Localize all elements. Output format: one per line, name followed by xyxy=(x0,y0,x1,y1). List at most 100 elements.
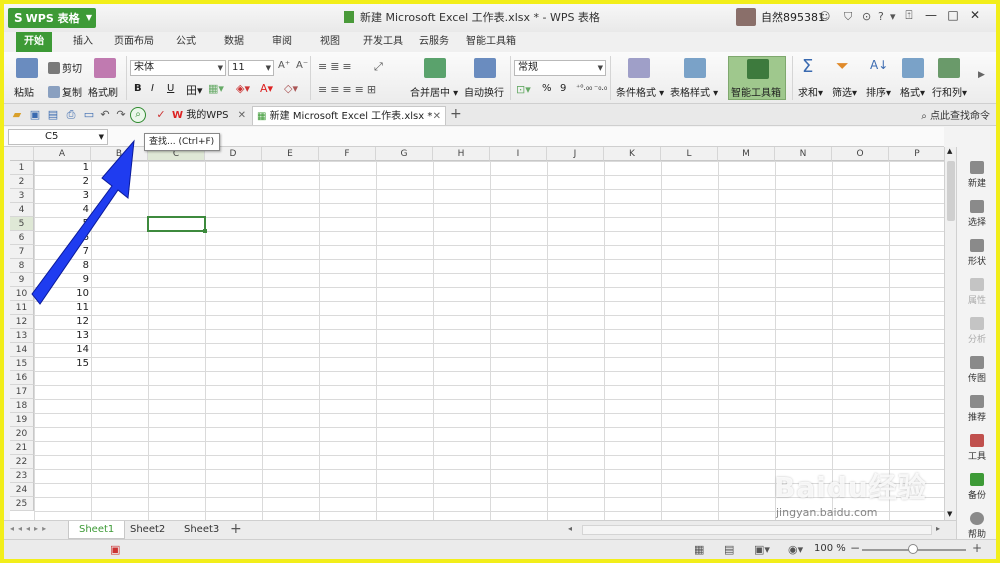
format-button[interactable]: 格式▾ xyxy=(900,84,925,99)
zoom-level[interactable]: 100 % xyxy=(814,543,846,554)
tab-smart-toolbox[interactable]: 智能工具箱 xyxy=(466,32,516,52)
share-icon[interactable]: ⊙ xyxy=(862,10,871,23)
print-icon[interactable]: ⎙ xyxy=(64,108,78,122)
increase-decimal-icon[interactable]: ⁺⁰.₀₀ xyxy=(576,83,592,92)
cell-a6[interactable]: 6 xyxy=(34,231,91,245)
column-header-k[interactable]: K xyxy=(604,147,661,161)
cell-a13[interactable]: 13 xyxy=(34,329,91,343)
font-size-select[interactable]: 11 ▼ xyxy=(228,60,274,76)
scroll-thumb[interactable] xyxy=(947,161,955,221)
shrink-font-icon[interactable]: A⁻ xyxy=(296,60,308,71)
tab-cloud[interactable]: 云服务 xyxy=(419,32,449,52)
fill-pattern-icon[interactable]: ▦▾ xyxy=(208,82,224,95)
cell-a5[interactable]: 5 xyxy=(34,217,91,231)
clear-format-icon[interactable]: ◇▾ xyxy=(284,82,298,95)
horizontal-scrollbar[interactable] xyxy=(582,525,932,535)
pin-icon[interactable]: ✓ xyxy=(154,108,168,122)
column-header-i[interactable]: I xyxy=(490,147,547,161)
format-painter-icon[interactable] xyxy=(94,58,116,78)
column-header-p[interactable]: P xyxy=(889,147,946,161)
wps-app-button[interactable]: S WPS 表格 ▼ xyxy=(8,8,96,28)
underline-button[interactable]: U xyxy=(167,83,174,94)
row-header-8[interactable]: 8 xyxy=(10,259,34,273)
row-header-7[interactable]: 7 xyxy=(10,245,34,259)
format-icon[interactable] xyxy=(902,58,924,78)
column-header-l[interactable]: L xyxy=(661,147,718,161)
panel-upload-image[interactable]: 传图 xyxy=(957,356,996,384)
smart-toolbox-button[interactable]: 智能工具箱 xyxy=(728,56,786,100)
decrease-decimal-icon[interactable]: ⁻₀.₀ xyxy=(594,83,607,92)
column-header-m[interactable]: M xyxy=(718,147,775,161)
macro-record-icon[interactable]: ▣ xyxy=(110,543,120,556)
number-format-select[interactable]: 常规 ▼ xyxy=(514,60,606,76)
column-header-e[interactable]: E xyxy=(262,147,319,161)
row-header-21[interactable]: 21 xyxy=(10,441,34,455)
row-header-3[interactable]: 3 xyxy=(10,189,34,203)
row-header-14[interactable]: 14 xyxy=(10,343,34,357)
currency-icon[interactable]: ⊡▾ xyxy=(516,83,531,96)
column-header-o[interactable]: O xyxy=(832,147,889,161)
minimize-icon[interactable]: — xyxy=(920,8,942,22)
panel-tools[interactable]: 工具 xyxy=(957,434,996,462)
conditional-format-button[interactable]: 条件格式 ▾ xyxy=(616,84,664,99)
panel-help[interactable]: 帮助 xyxy=(957,512,996,540)
row-header-12[interactable]: 12 xyxy=(10,315,34,329)
select-all-corner[interactable] xyxy=(10,147,34,161)
font-name-select[interactable]: 宋体 ▼ xyxy=(130,60,226,76)
paste-icon[interactable] xyxy=(16,58,38,78)
add-sheet-icon[interactable]: + xyxy=(230,521,242,537)
cell-a7[interactable]: 7 xyxy=(34,245,91,259)
table-style-icon[interactable] xyxy=(684,58,706,78)
row-header-10[interactable]: 10 xyxy=(10,287,34,301)
horizontal-align-icons[interactable]: ≡≡≡≡⊞ xyxy=(318,83,379,96)
panel-select[interactable]: 选择 xyxy=(957,200,996,228)
wrap-text-icon[interactable] xyxy=(474,58,496,78)
scroll-up-icon[interactable]: ▲ xyxy=(947,147,952,155)
row-header-9[interactable]: 9 xyxy=(10,273,34,287)
close-icon[interactable]: ✕ xyxy=(238,106,246,125)
save-as-icon[interactable]: ▤ xyxy=(46,108,60,122)
vertical-align-icons[interactable]: ≡≣≡ xyxy=(318,60,355,73)
column-header-n[interactable]: N xyxy=(775,147,832,161)
row-header-4[interactable]: 4 xyxy=(10,203,34,217)
cell-a12[interactable]: 12 xyxy=(34,315,91,329)
chevron-right-icon[interactable]: ▶ xyxy=(978,70,985,80)
filter-icon[interactable]: ⏷ xyxy=(836,56,849,76)
page-layout-view-icon[interactable]: ▤ xyxy=(724,543,734,556)
panel-new[interactable]: 新建 xyxy=(957,161,996,189)
row-col-button[interactable]: 行和列▾ xyxy=(932,84,967,99)
restore-ribbon-icon[interactable]: ⍐ xyxy=(898,8,920,23)
fill-color-icon[interactable]: ◈▾ xyxy=(236,82,250,95)
row-header-19[interactable]: 19 xyxy=(10,413,34,427)
font-color-icon[interactable]: A▾ xyxy=(260,82,273,95)
undo-icon[interactable]: ↶ xyxy=(98,108,112,122)
user-account[interactable]: 自然895381 xyxy=(736,8,825,28)
sort-button[interactable]: 排序▾ xyxy=(866,84,891,99)
row-header-15[interactable]: 15 xyxy=(10,357,34,371)
skin-icon[interactable]: ☺ xyxy=(819,10,830,23)
column-header-b[interactable]: B xyxy=(91,147,148,161)
cell-a15[interactable]: 15 xyxy=(34,357,91,371)
cell-a11[interactable]: 11 xyxy=(34,301,91,315)
menu-dropdown-icon[interactable]: ▾ xyxy=(890,10,896,23)
panel-recommend[interactable]: 推荐 xyxy=(957,395,996,423)
shield-icon[interactable]: ⛉ xyxy=(844,10,852,24)
row-header-23[interactable]: 23 xyxy=(10,469,34,483)
row-header-2[interactable]: 2 xyxy=(10,175,34,189)
zoom-out-icon[interactable]: − xyxy=(850,541,860,555)
column-header-j[interactable]: J xyxy=(547,147,604,161)
comma-style-button[interactable]: 9 xyxy=(560,83,566,94)
sheet-nav-arrows-icon[interactable]: ◂◂◂▸▸ xyxy=(10,524,50,533)
scroll-right-icon[interactable]: ▸ xyxy=(936,524,940,533)
merge-center-icon[interactable] xyxy=(424,58,446,78)
tab-developer[interactable]: 开发工具 xyxy=(363,32,403,52)
filter-button[interactable]: 筛选▾ xyxy=(832,84,857,99)
close-icon[interactable]: ✕ xyxy=(433,107,441,126)
italic-button[interactable]: I xyxy=(151,83,154,94)
column-header-g[interactable]: G xyxy=(376,147,433,161)
conditional-format-icon[interactable] xyxy=(628,58,650,78)
grow-font-icon[interactable]: A⁺ xyxy=(278,60,290,71)
cell-a3[interactable]: 3 xyxy=(34,189,91,203)
close-icon[interactable]: ✕ xyxy=(964,8,986,22)
sum-icon[interactable]: Σ xyxy=(802,56,813,77)
